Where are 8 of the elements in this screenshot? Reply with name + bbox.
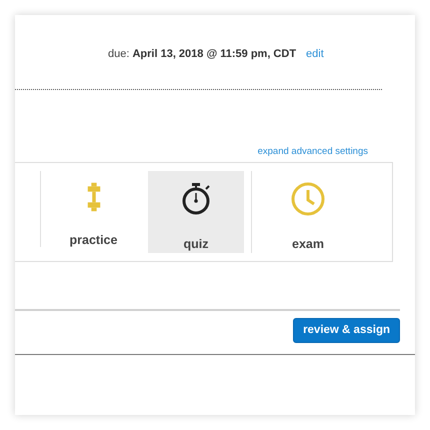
due-date-text: due: April 13, 2018 @ 11:59 pm, CDT — [108, 48, 296, 60]
review-assign-button[interactable]: review & assign — [293, 318, 400, 343]
mode-tile[interactable]: exam — [251, 171, 364, 253]
edit-link[interactable]: edit — [306, 48, 324, 60]
mode-tile[interactable]: quiz — [147, 171, 244, 253]
expand-settings-link[interactable]: expand advanced settings — [258, 146, 368, 156]
clock-icon — [290, 181, 326, 217]
mode-tile[interactable]: practice — [40, 171, 146, 247]
